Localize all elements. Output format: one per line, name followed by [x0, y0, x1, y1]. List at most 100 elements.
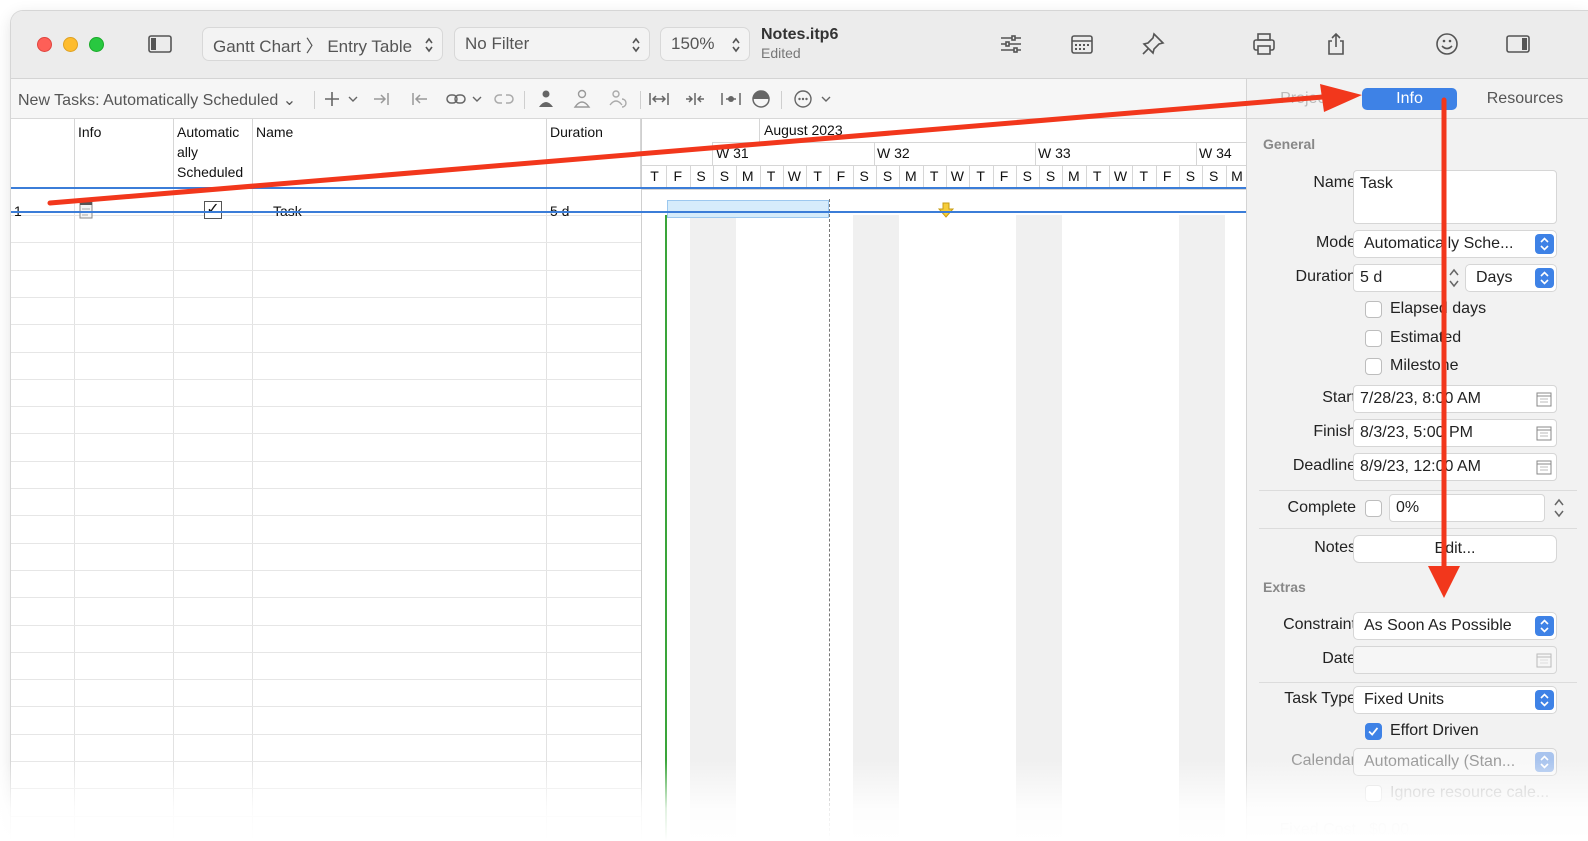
toolbar-separator [640, 91, 641, 109]
replace-resource-icon[interactable] [607, 88, 629, 110]
gantt-day-label: T [976, 168, 985, 184]
document-status: Edited [761, 45, 801, 61]
column-header-info-label: Info [78, 124, 102, 140]
constraint-popup[interactable]: As Soon As Possible [1353, 612, 1557, 640]
calendar-icon[interactable] [1536, 425, 1552, 441]
add-chevron-down-icon[interactable] [342, 88, 358, 110]
outdent-icon[interactable] [408, 88, 430, 110]
app-window: Gantt Chart 〉 Entry Table No Filter 150%… [11, 11, 1588, 841]
minimize-window-button[interactable] [63, 37, 78, 52]
collapse-bars-icon[interactable] [684, 88, 706, 110]
print-icon[interactable] [1249, 29, 1279, 59]
more-chevron-down-icon[interactable] [815, 88, 831, 110]
gantt-day-label: S [1209, 168, 1219, 184]
close-window-button[interactable] [37, 37, 52, 52]
task-type-popup[interactable]: Fixed Units [1353, 686, 1557, 714]
name-field[interactable]: Task [1353, 170, 1557, 224]
calendar-popup[interactable]: Automatically (Stan... [1353, 748, 1557, 776]
share-icon[interactable] [1321, 29, 1351, 59]
indent-icon[interactable] [371, 88, 393, 110]
expand-bars-icon[interactable] [648, 88, 670, 110]
add-task-icon[interactable] [321, 88, 343, 110]
deadline-field[interactable]: 8/9/23, 12:00 AM [1353, 453, 1557, 481]
tab-project[interactable]: Project [1265, 88, 1345, 110]
table-row-line [11, 433, 641, 435]
mode-popup[interactable]: Automatically Sche... [1353, 230, 1557, 258]
sliders-icon[interactable] [996, 29, 1026, 59]
column-header-name[interactable]: Name [253, 119, 547, 189]
ignore-resource-calendar-checkbox[interactable] [1365, 785, 1382, 802]
duration-field[interactable]: 5 d [1353, 264, 1445, 292]
task-type-popup-value: Fixed Units [1364, 691, 1445, 708]
calendar-icon[interactable] [1536, 391, 1552, 407]
pin-icon[interactable] [1138, 29, 1168, 59]
fixed-cost-value[interactable]: $0.00 [1369, 821, 1409, 839]
gantt-day-label: T [766, 168, 776, 184]
complete-stepper-icon[interactable] [1552, 495, 1566, 521]
gantt-day-label: T [650, 168, 659, 184]
estimated-checkbox[interactable] [1365, 330, 1382, 347]
view-popup[interactable]: Gantt Chart 〉 Entry Table [202, 27, 443, 61]
column-header-info[interactable]: Info [75, 119, 174, 189]
sidebar-toggle-icon[interactable] [145, 29, 175, 59]
finish-field[interactable]: 8/3/23, 5:00 PM [1353, 419, 1557, 447]
week-divider [874, 142, 875, 165]
filter-popup[interactable]: No Filter [454, 27, 650, 61]
task-end-marker [829, 199, 830, 841]
complete-label: Complete [1287, 499, 1356, 516]
complete-checkbox[interactable] [1365, 500, 1382, 517]
column-header-duration[interactable]: Duration [547, 119, 641, 189]
weekend-shading [689, 215, 736, 841]
table-row-line [11, 651, 641, 653]
milestone-checkbox[interactable] [1365, 358, 1382, 375]
link-chevron-down-icon[interactable] [466, 88, 482, 110]
weekend-shading [852, 215, 899, 841]
name-label: Name [1313, 174, 1356, 191]
section-divider [1259, 682, 1577, 683]
tab-info[interactable]: Info [1362, 88, 1457, 110]
toolbar-separator [314, 91, 315, 109]
tab-resources[interactable]: Resources [1475, 88, 1575, 110]
task-type-label: Task Type [1284, 690, 1356, 707]
scroll-to-task-icon[interactable] [720, 88, 742, 110]
zoom-popup[interactable]: 150% [660, 27, 750, 61]
column-header-auto-scheduled[interactable]: Automatic ally Scheduled [174, 119, 253, 189]
calendar-icon[interactable] [1536, 459, 1552, 475]
calendar-icon[interactable] [1067, 29, 1097, 59]
chevron-down-icon: ⌄ [282, 92, 297, 109]
duration-unit-popup[interactable]: Days [1465, 264, 1557, 292]
new-tasks-mode-label: New Tasks: Automatically Scheduled [18, 92, 279, 109]
inspector-toggle-icon[interactable] [1503, 29, 1533, 59]
new-tasks-mode-popup[interactable]: New Tasks: Automatically Scheduled ⌄ [18, 90, 296, 110]
gantt-day-label: M [1231, 168, 1243, 184]
elapsed-days-checkbox[interactable] [1365, 301, 1382, 318]
assign-resource-icon[interactable] [535, 88, 557, 110]
column-header-name-label: Name [256, 124, 294, 140]
zoom-window-button[interactable] [89, 37, 104, 52]
gantt-chart[interactable]: August 2023 W 31 W 32 W 33 W 34 TFSSMTWTFSS… [641, 119, 1246, 841]
duration-unit-value: Days [1476, 269, 1513, 286]
smiley-icon[interactable] [1432, 29, 1462, 59]
link-icon[interactable] [445, 88, 467, 110]
duration-label: Duration [1295, 268, 1356, 285]
section-divider [1259, 528, 1577, 529]
progress-icon[interactable] [750, 88, 772, 110]
gantt-month-label: August 2023 [764, 122, 843, 138]
duration-stepper-icon[interactable] [1447, 265, 1461, 291]
complete-field[interactable]: 0% [1389, 494, 1545, 522]
remove-resource-icon[interactable] [571, 88, 593, 110]
finish-label: Finish [1313, 423, 1356, 440]
start-field[interactable]: 7/28/23, 8:00 AM [1353, 385, 1557, 413]
zoom-popup-label: 150% [671, 34, 715, 53]
deadline-value: 8/9/23, 12:00 AM [1360, 458, 1481, 475]
edit-notes-button[interactable]: Edit... [1353, 535, 1557, 563]
week-divider [712, 142, 713, 165]
gantt-day-label: F [1162, 168, 1172, 184]
unlink-icon[interactable] [493, 88, 515, 110]
table-row-line [11, 488, 641, 489]
gantt-week-label: W 33 [1038, 145, 1071, 161]
column-header-auto-scheduled-label: Automatic ally Scheduled [177, 124, 244, 180]
more-options-icon[interactable] [792, 88, 814, 110]
effort-driven-checkbox[interactable] [1365, 723, 1382, 740]
row-number-header[interactable] [11, 119, 75, 189]
